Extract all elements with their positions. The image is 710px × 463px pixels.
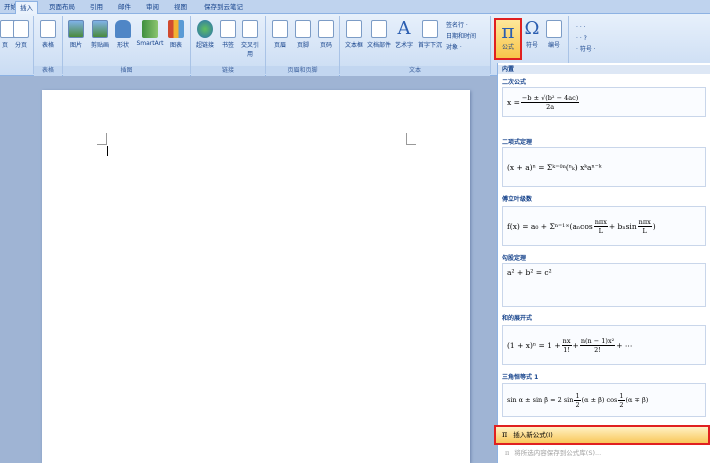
signature-line-button[interactable]: 签名行 · — [446, 20, 476, 31]
gallery-header-builtin: 内置 — [498, 65, 710, 74]
chart-button[interactable]: 图表 — [166, 20, 186, 49]
eq-trig-identity[interactable]: sin α ± sin β = 2 sin 1 2 (α ± β) cos 1 2 (α… — [502, 383, 706, 417]
page-break-button[interactable]: 分页 — [12, 20, 30, 49]
smartart-button[interactable]: SmartArt — [135, 20, 165, 47]
clipart-button[interactable]: 剪贴画 — [88, 20, 112, 49]
eq-sum-expansion[interactable]: (1 + x)ⁿ = 1 + nx 1! + n(n − 1)x² 2! + ⋯ — [502, 325, 706, 365]
tab-insert[interactable]: 插入 — [15, 1, 38, 14]
symbols-small-commands: · · · · · ? · 符号 · — [576, 22, 596, 55]
symbol-row-2[interactable]: · · ? — [576, 33, 596, 44]
tab-save-cloud-note[interactable]: 保存到云笔记 — [200, 1, 247, 14]
hyperlink-button[interactable]: 超链接 — [194, 20, 216, 49]
bookmark-icon — [220, 20, 236, 38]
smartart-icon — [142, 20, 158, 38]
eq-binomial[interactable]: (x + a)ⁿ = Σk=0 n (ⁿₖ) xᵏaⁿ⁻ᵏ — [502, 147, 706, 187]
equation-button[interactable]: π 公式 — [494, 18, 522, 60]
textbox-button[interactable]: 文本框 — [342, 20, 366, 49]
eq-title-sum-expansion: 和的展开式 — [502, 315, 533, 322]
shapes-button[interactable]: 形状 — [114, 20, 132, 49]
header-button[interactable]: 页眉 — [270, 20, 290, 49]
group-label-illustrations: 插图 — [63, 66, 190, 76]
save-to-gallery-item: π 将所选内容保存到公式库(S)... — [505, 449, 602, 457]
group-separator — [490, 16, 491, 74]
wordart-button[interactable]: A 艺术字 — [392, 18, 416, 50]
symbol-button[interactable]: Ω 符号 — [521, 18, 543, 50]
number-button[interactable]: 编号 — [544, 20, 564, 49]
margin-mark-right — [406, 133, 416, 145]
document-parts-button[interactable]: 文档部件 — [366, 20, 392, 49]
eq-title-fourier: 傅立叶级数 — [502, 196, 533, 203]
ribbon-tabs: 开始 插入 页面布局 引用 邮件 审阅 视图 保存到云笔记 — [0, 0, 710, 14]
shapes-icon — [115, 20, 131, 38]
pi-icon: π — [502, 430, 508, 439]
number-icon — [546, 20, 562, 38]
symbol-row-1[interactable]: · · · — [576, 22, 596, 33]
insert-new-equation-item[interactable]: π 插入新公式(I) — [494, 425, 710, 445]
group-label-header-footer: 页眉和页脚 — [266, 66, 339, 76]
textbox-icon — [346, 20, 362, 38]
margin-mark-left — [97, 133, 107, 145]
header-icon — [272, 20, 288, 38]
eq-title-binomial: 二项式定理 — [502, 139, 533, 146]
document-parts-icon — [371, 20, 387, 38]
equation-gallery: 内置 二次公式 x = −b ± √(b² − 4ac) 2a 二项式定理 (x … — [497, 63, 710, 463]
footer-button[interactable]: 页脚 — [293, 20, 313, 49]
page-number-button[interactable]: 页码 — [316, 20, 336, 49]
object-button[interactable]: 对象 · — [446, 42, 476, 53]
tab-view[interactable]: 视图 — [170, 1, 191, 14]
tab-page-layout[interactable]: 页面布局 — [45, 1, 79, 14]
pi-icon: π — [505, 449, 510, 457]
table-button[interactable]: 表格 — [38, 20, 58, 49]
clipart-icon — [92, 20, 108, 38]
page-number-icon — [318, 20, 334, 38]
eq-title-trig-identity: 三角恒等式 1 — [502, 374, 539, 381]
page-break-icon — [13, 20, 29, 38]
group-label-tables: 表格 — [34, 66, 62, 76]
drop-cap-icon — [422, 20, 438, 38]
group-label-links: 链接 — [191, 66, 265, 76]
group-label-text: 文本 — [340, 66, 490, 76]
tab-mailings[interactable]: 邮件 — [114, 1, 135, 14]
cross-reference-icon — [242, 20, 258, 38]
table-icon — [40, 20, 56, 38]
picture-icon — [68, 20, 84, 38]
footer-icon — [295, 20, 311, 38]
drop-cap-button[interactable]: 首字下沉 — [416, 20, 444, 49]
text-small-commands: 签名行 · 日期和时间 对象 · — [446, 20, 476, 53]
eq-title-pythagorean: 勾股定理 — [502, 255, 527, 262]
globe-icon — [197, 20, 213, 38]
page-button[interactable]: 页 — [0, 20, 16, 49]
tab-review[interactable]: 审阅 — [142, 1, 163, 14]
chart-icon — [168, 20, 184, 38]
bookmark-button[interactable]: 书签 — [218, 20, 238, 49]
eq-pythagorean[interactable]: a² + b² = c² — [502, 263, 706, 307]
eq-title-quadratic: 二次公式 — [502, 79, 527, 86]
eq-quadratic[interactable]: x = −b ± √(b² − 4ac) 2a — [502, 87, 706, 117]
cross-reference-button[interactable]: 交叉引用 — [240, 20, 260, 58]
eq-fourier[interactable]: f(x) = a₀ + Σn=1 ∞ (aₙcos nπx L + bₙsin nπ… — [502, 206, 706, 246]
pi-icon: π — [501, 19, 515, 43]
omega-icon: Ω — [524, 18, 540, 39]
wordart-icon: A — [397, 18, 411, 39]
symbol-row-3[interactable]: · 符号 · — [576, 44, 596, 55]
tab-references[interactable]: 引用 — [86, 1, 107, 14]
date-time-button[interactable]: 日期和时间 — [446, 31, 476, 42]
text-cursor — [107, 146, 108, 156]
picture-button[interactable]: 图片 — [66, 20, 86, 49]
